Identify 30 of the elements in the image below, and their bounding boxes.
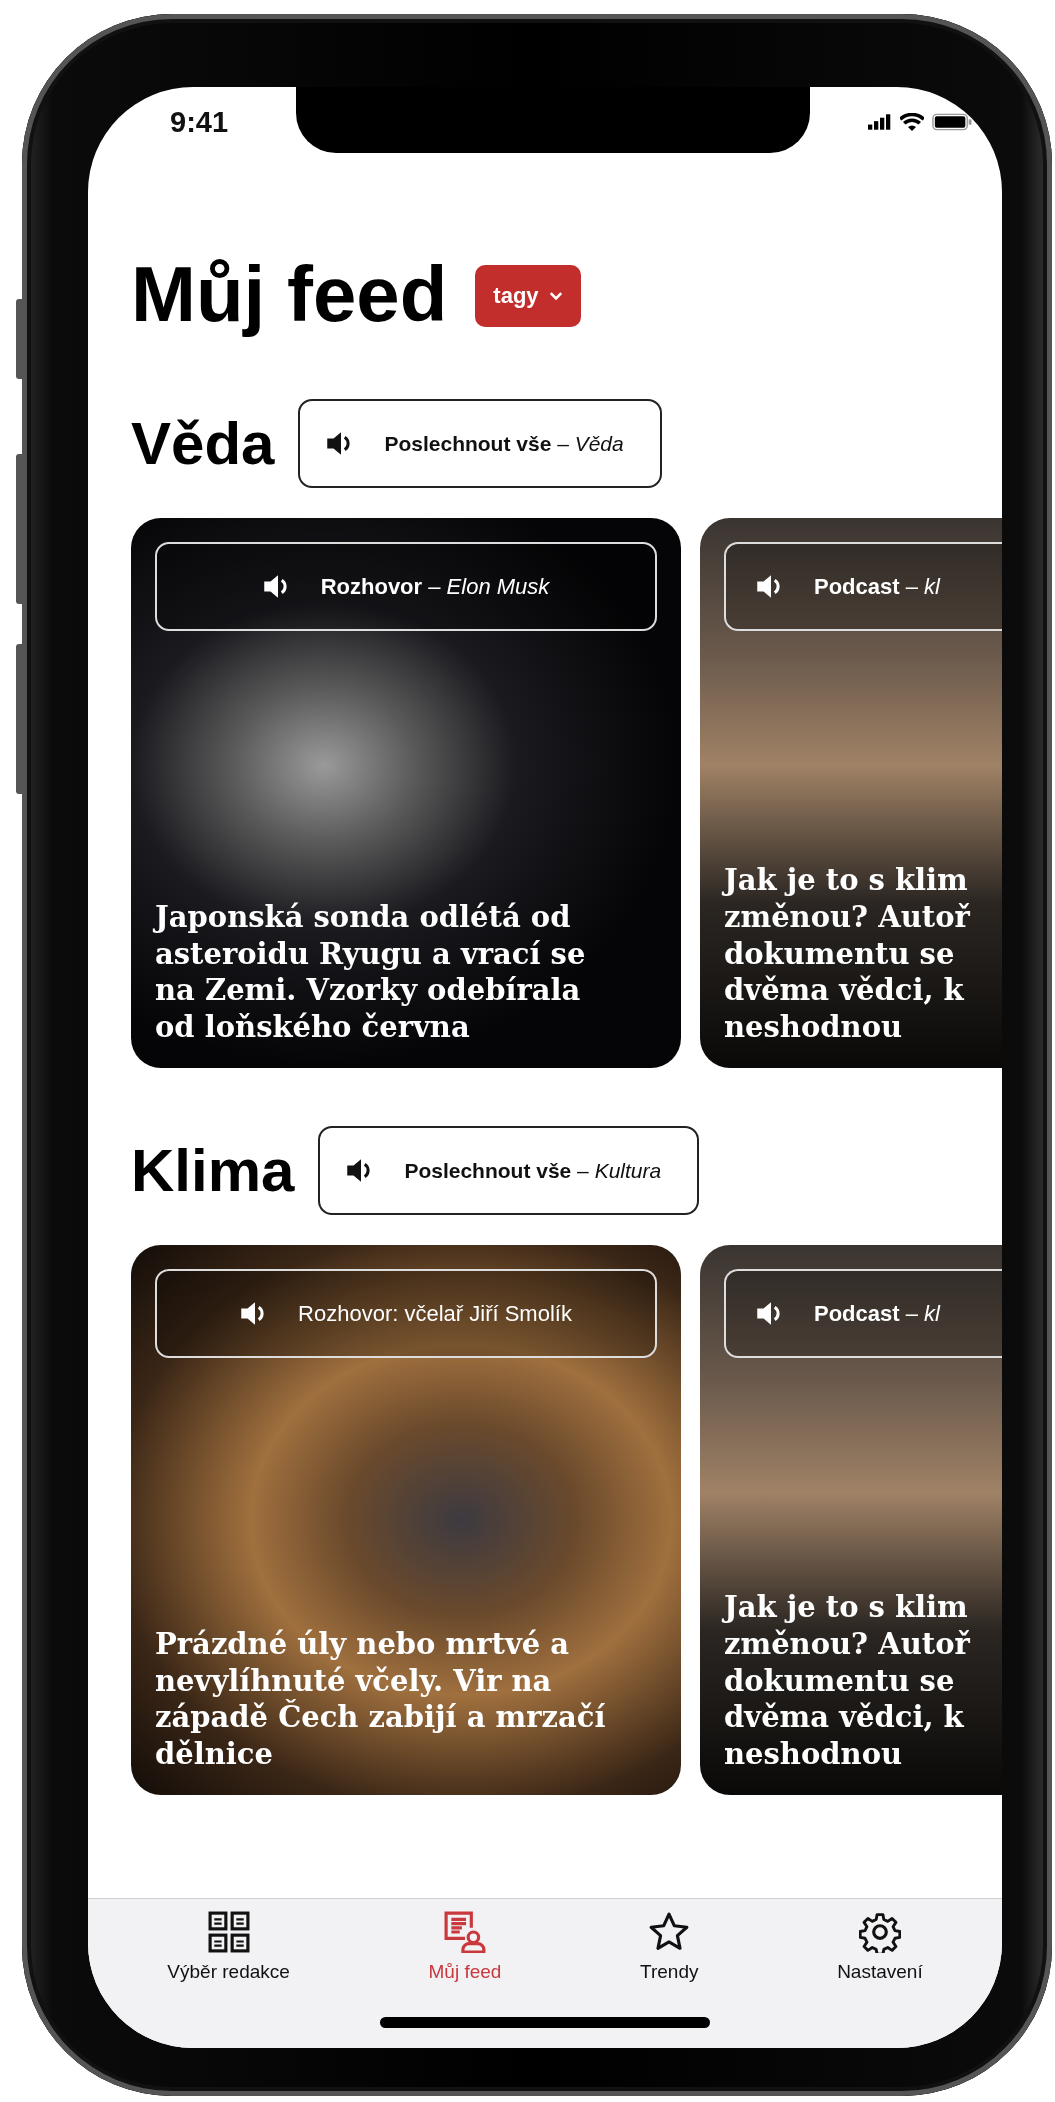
article-card[interactable]: Rozhovor – Elon Musk Japonská sonda odlétá od asteroidu Ryugu a vrací se na Zemi. Vzorky odebírala od loňského června [131, 518, 681, 1068]
tags-dropdown[interactable]: tagy [475, 265, 581, 327]
audio-button[interactable]: Podcast – kl [724, 1269, 1002, 1358]
star-icon [648, 1911, 691, 1953]
signal-icon [868, 113, 892, 131]
document-person-icon [443, 1911, 486, 1953]
listen-all-button[interactable]: Poslechnout vše – Kultura [318, 1126, 700, 1215]
tab-item[interactable]: Trendy [640, 1911, 699, 1983]
status-time: 9:41 [170, 105, 229, 139]
article-headline: Japonská sonda odlétá od asteroidu Ryugu a vrací se na Zemi. Vzorky odebírala od loňského června [155, 898, 587, 1046]
article-card[interactable]: Podcast – kl Jak je to s klim změnou? Autoř dokumentu se dvěma vědci, k neshodnou [700, 1245, 1002, 1795]
wifi-icon [900, 113, 924, 131]
article-headline: Jak je to s klim změnou? Autoř dokumentu se dvěma vědci, k neshodnou [724, 861, 971, 1046]
tab-item[interactable]: Nastavení [837, 1911, 923, 1983]
grid-icon [207, 1911, 250, 1953]
section-title: Klima [131, 1140, 295, 1201]
audio-button[interactable]: Podcast – kl [724, 542, 1002, 631]
article-headline: Prázdné úly nebo mrtvé a nevylíhnuté včely. Vir na západě Čech zabijí a mrzačí dělnice [155, 1625, 607, 1773]
section-title: Věda [131, 413, 275, 474]
tab-item[interactable]: Můj feed [428, 1911, 502, 1983]
article-card[interactable]: Rozhovor: včelař Jiří Smolík Prázdné úly nebo mrtvé a nevylíhnuté včely. Vir na západě Čech zabijí a mrzačí dělnice [131, 1245, 681, 1795]
audio-button[interactable]: Rozhovor – Elon Musk [155, 542, 657, 631]
listen-all-button[interactable]: Poslechnout vše – Věda [298, 399, 662, 488]
settings-icon [858, 1911, 901, 1953]
article-headline: Jak je to s klim změnou? Autoř dokumentu se dvěma vědci, k neshodnou [724, 1588, 971, 1773]
battery-icon [932, 113, 972, 131]
article-card[interactable]: Podcast – kl Jak je to s klim změnou? Autoř dokumentu se dvěma vědci, k neshodnou [700, 518, 1002, 1068]
tab-item[interactable]: Výběr redakce [167, 1911, 290, 1983]
chevron-down-icon [548, 291, 563, 301]
audio-button[interactable]: Rozhovor: včelař Jiří Smolík [155, 1269, 657, 1358]
